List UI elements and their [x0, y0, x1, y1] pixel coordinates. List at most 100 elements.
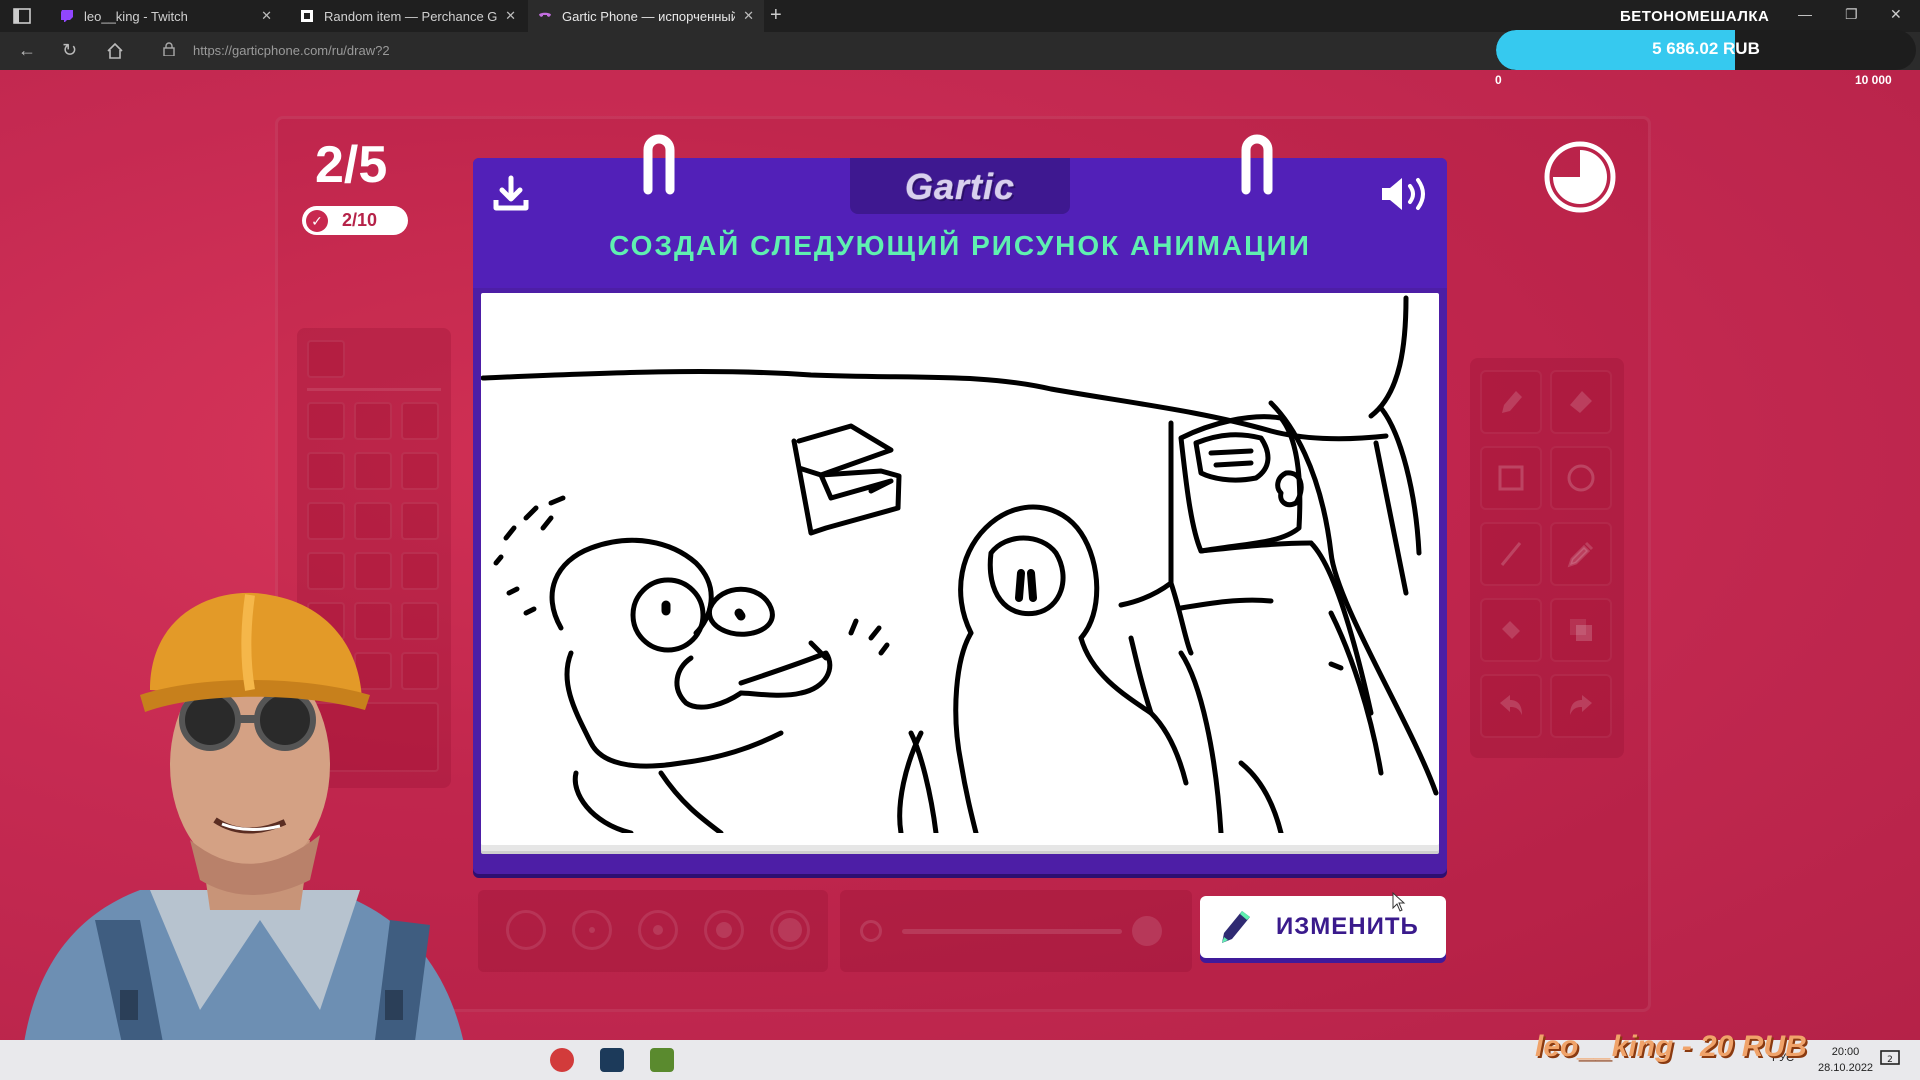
fill-tool-button[interactable] [1480, 598, 1542, 662]
sketch-drawing [481, 295, 1439, 833]
donation-goal-min: 0 [1495, 73, 1502, 87]
drawing-card: Gartic СОЗДАЙ СЛЕДУЮЩИЙ РИСУНОК АНИМАЦИИ [473, 134, 1447, 874]
lock-icon[interactable] [163, 42, 175, 56]
color-swatch[interactable] [401, 552, 439, 590]
twitch-icon [61, 10, 73, 22]
line-tool-button[interactable] [1480, 522, 1542, 586]
pen-icon [1222, 911, 1250, 943]
rectangle-tool-button[interactable] [1480, 446, 1542, 510]
color-swatch[interactable] [401, 402, 439, 440]
players-done-count: 2/10 [342, 210, 378, 230]
notification-icon[interactable]: 2 [1880, 1050, 1900, 1068]
gartic-logo: Gartic [904, 166, 1016, 207]
notification-count: 2 [1887, 1055, 1893, 1065]
eraser-tool-button[interactable] [1550, 370, 1612, 434]
back-icon[interactable]: ← [18, 40, 36, 61]
change-button[interactable]: ИЗМЕНИТЬ [1200, 896, 1446, 958]
rectangle-icon [1498, 465, 1524, 491]
tab-title: Random item — Perchance Generator [324, 8, 498, 24]
color-swatch[interactable] [401, 452, 439, 490]
donation-goal-value: 5 686.02 RUB [1652, 39, 1760, 58]
color-swatch[interactable] [354, 452, 392, 490]
redo-icon [1570, 695, 1592, 715]
change-button-label: ИЗМЕНИТЬ [1276, 913, 1419, 940]
players-done-badge: ✓ 2/10 [302, 206, 408, 235]
minecraft-icon[interactable] [650, 1048, 674, 1072]
obs-icon[interactable] [550, 1048, 574, 1072]
url-field[interactable]: https://garticphone.com/ru/draw?2 [193, 43, 390, 58]
color-swatch[interactable] [307, 402, 345, 440]
restore-icon[interactable]: ❐ [1845, 6, 1858, 23]
opacity-min-icon [860, 920, 882, 942]
brush-size-2[interactable] [572, 910, 612, 950]
redo-button[interactable] [1550, 674, 1612, 738]
eraser-icon [1570, 391, 1592, 413]
streamer-avatar [20, 592, 470, 1080]
color-swatch[interactable] [307, 502, 345, 540]
brush-size-4[interactable] [704, 910, 744, 950]
close-icon[interactable]: ✕ [505, 8, 516, 24]
binder-ring-icon [643, 134, 675, 195]
color-swatch[interactable] [307, 452, 345, 490]
steam-icon[interactable] [600, 1048, 624, 1072]
brush-size-3[interactable] [638, 910, 678, 950]
opacity-slider[interactable] [902, 929, 1122, 934]
layers-tool-button[interactable] [1550, 598, 1612, 662]
brush-size-panel [478, 890, 828, 972]
tool-panel [1470, 358, 1624, 758]
donation-goal-bar: 5 686.02 RUB [1496, 30, 1916, 70]
clock-time: 20:00 [1831, 1046, 1860, 1058]
color-swatch[interactable] [307, 552, 345, 590]
browser-tab-bar: leo__king - Twitch ✕ Random item — Perch… [0, 0, 1920, 32]
pencil-tool-button[interactable] [1480, 370, 1542, 434]
drawing-canvas[interactable] [481, 293, 1439, 845]
tab-twitch[interactable]: leo__king - Twitch ✕ [50, 0, 282, 32]
brush-dot [589, 927, 595, 933]
current-color-swatch[interactable] [307, 340, 345, 378]
opacity-slider-handle[interactable] [1132, 916, 1162, 946]
minimize-icon[interactable]: — [1798, 6, 1812, 22]
perchance-icon [301, 10, 313, 22]
window-title: БЕТОНОМЕШАЛКА [1620, 8, 1770, 25]
ellipse-tool-button[interactable] [1550, 446, 1612, 510]
fill-icon [1502, 621, 1520, 639]
check-icon: ✓ [306, 209, 328, 232]
download-icon[interactable] [491, 174, 531, 214]
clock-date: 28.10.2022 [1818, 1062, 1874, 1074]
donor-ticker: leo__king - 20 RUB [1535, 1030, 1807, 1063]
round-counter: 2/5 [315, 136, 388, 194]
layers-icon [1570, 619, 1592, 641]
ellipse-icon [1567, 464, 1595, 492]
donation-goal-max: 10 000 [1855, 73, 1892, 87]
brush-dot [778, 918, 802, 942]
color-swatch[interactable] [354, 552, 392, 590]
close-icon[interactable]: ✕ [743, 8, 754, 24]
gartic-phone-icon [539, 12, 551, 17]
timer-icon [1544, 141, 1616, 213]
tab-title: Gartic Phone — испорченный телефон [562, 8, 736, 24]
brush-size-5[interactable] [770, 910, 810, 950]
home-icon[interactable] [106, 42, 124, 60]
logo-tab: Gartic [850, 158, 1070, 214]
sound-icon[interactable] [1378, 174, 1432, 214]
undo-icon [1500, 695, 1522, 715]
opacity-panel [840, 890, 1192, 972]
close-window-icon[interactable]: ✕ [1890, 6, 1902, 23]
system-clock[interactable]: 20:00 28.10.2022 [1818, 1044, 1873, 1076]
brush-dot [716, 922, 732, 938]
color-swatch[interactable] [354, 502, 392, 540]
palette-divider [307, 388, 441, 391]
tab-actions-icon[interactable] [12, 7, 32, 25]
color-swatch[interactable] [401, 502, 439, 540]
color-swatch[interactable] [354, 402, 392, 440]
instruction-text: СОЗДАЙ СЛЕДУЮЩИЙ РИСУНОК АНИМАЦИИ [609, 230, 1311, 261]
tab-gartic-phone[interactable]: Gartic Phone — испорченный телефон ✕ [528, 0, 764, 32]
undo-button[interactable] [1480, 674, 1542, 738]
eyedropper-tool-button[interactable] [1550, 522, 1612, 586]
close-icon[interactable]: ✕ [261, 8, 272, 24]
mouse-cursor-icon [1392, 892, 1406, 912]
reload-icon[interactable]: ↻ [62, 40, 77, 61]
tab-perchance[interactable]: Random item — Perchance Generator ✕ [290, 0, 526, 32]
tab-title: leo__king - Twitch [84, 8, 188, 24]
new-tab-button[interactable]: + [770, 4, 782, 27]
